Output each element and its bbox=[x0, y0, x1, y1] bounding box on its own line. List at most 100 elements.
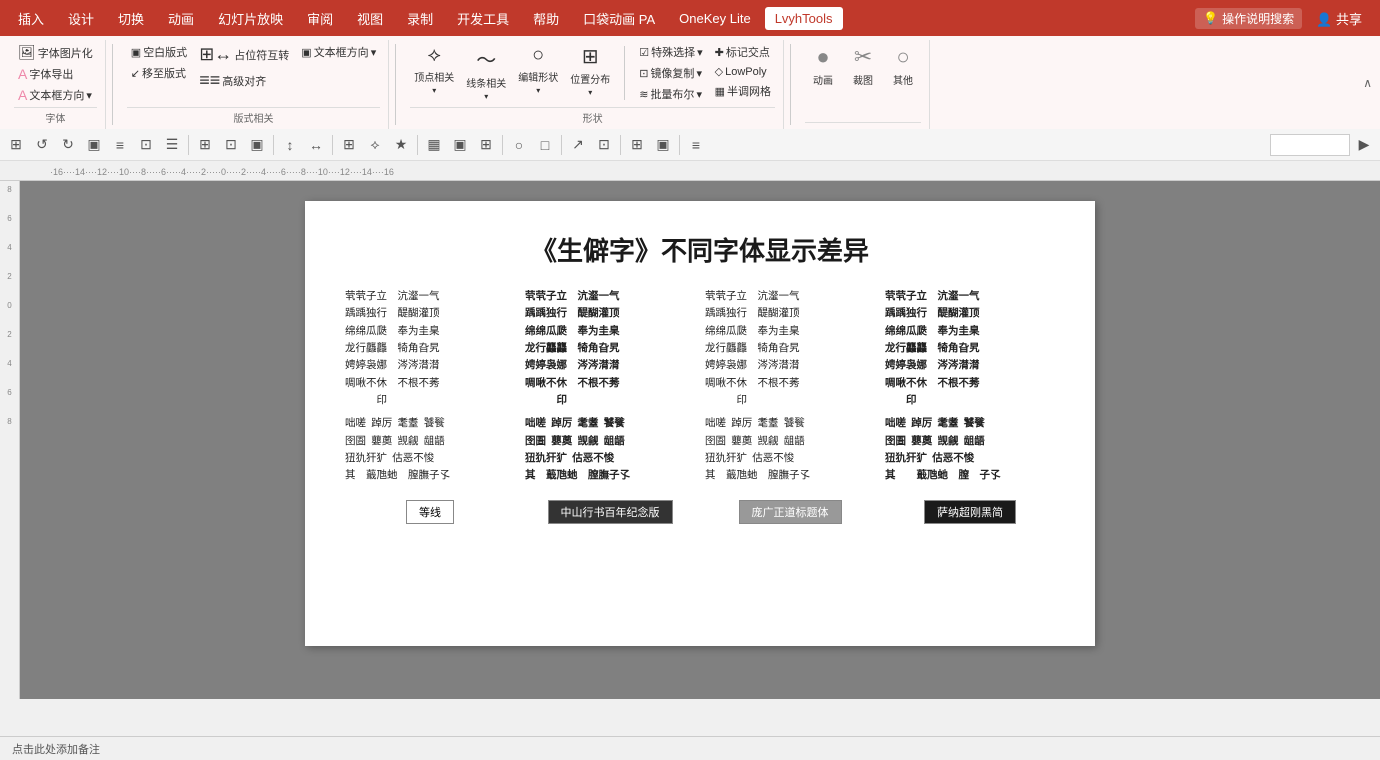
menu-item-insert[interactable]: 插入 bbox=[8, 5, 54, 32]
ribbon-btn-position[interactable]: ⊞ 位置分布 ▾ bbox=[566, 42, 614, 104]
ribbon-btn-mirror-copy[interactable]: ⊡ 镜像复制 ▾ bbox=[635, 63, 706, 83]
menu-item-switch[interactable]: 切换 bbox=[108, 5, 154, 32]
menu-item-record[interactable]: 录制 bbox=[397, 5, 443, 32]
toolbar-btn-12[interactable]: ↔ bbox=[304, 133, 328, 157]
slide-title: 《生僻字》不同字体显示差异 bbox=[345, 231, 1055, 268]
crop-icon: ✂ bbox=[854, 44, 872, 70]
placeholder-swap-icon: ⊞↔ bbox=[199, 44, 232, 65]
font-col-zhongshan: 茕茕子立 沆瀣一气 踽踽独行 醍醐灌顶 绵绵瓜瓞 奉为圭臬 龙行龘龘 犄角旮旯 … bbox=[525, 288, 695, 484]
toolbar-btn-18[interactable]: ○ bbox=[507, 133, 531, 157]
menu-item-animation[interactable]: 动画 bbox=[158, 5, 204, 32]
dropdown-icon: ▾ bbox=[86, 89, 92, 102]
font-label-laina: 萨纳超刚黑简 bbox=[885, 500, 1055, 524]
toolbar-btn-22[interactable]: ⊞ bbox=[625, 133, 649, 157]
text-box-dir-icon: ▣ bbox=[301, 46, 311, 59]
ribbon-btn-other[interactable]: ○ 其他 bbox=[885, 42, 921, 89]
menu-bar: 插入 设计 切换 动画 幻灯片放映 审阅 视图 录制 开发工具 帮助 口袋动画 … bbox=[0, 0, 1380, 36]
ribbon-btn-text-box-dir[interactable]: ▣ 文本框方向 ▾ bbox=[297, 42, 380, 62]
blank-layout-icon: ▣ bbox=[131, 46, 141, 59]
ribbon-group-extra: ● 动画 ✂ 裁图 ○ 其他 bbox=[797, 40, 930, 129]
ribbon-btn-crop[interactable]: ✂ 裁图 bbox=[845, 42, 881, 89]
toolbar-btn-24[interactable]: ≡ bbox=[684, 133, 708, 157]
ribbon-btn-placeholder-swap[interactable]: ⊞↔ 占位符互转 bbox=[195, 42, 293, 67]
font-label-dengxian-box[interactable]: 等线 bbox=[406, 500, 454, 524]
ribbon-btn-edit-shape[interactable]: ○ 编辑形状 ▾ bbox=[514, 42, 562, 104]
menu-item-view[interactable]: 视图 bbox=[347, 5, 393, 32]
menu-right: 💡 操作说明搜索 👤 共享 bbox=[1195, 5, 1372, 32]
menu-item-slideshow[interactable]: 幻灯片放映 bbox=[208, 5, 293, 32]
font-label-guangzheng: 庞广正道标题体 bbox=[705, 500, 875, 524]
toolbar-btn-group1[interactable]: ⊞ bbox=[337, 133, 361, 157]
menu-item-pocket[interactable]: 口袋动画 PA bbox=[573, 5, 665, 32]
ribbon-group-layout: ▣ 空白版式 ↙ 移至版式 ⊞↔ 占位符互转 ≡≡ 高级对齐 bbox=[119, 40, 389, 129]
animation-icon: ● bbox=[816, 44, 829, 70]
toolbar-btn-11[interactable]: ↕ bbox=[278, 133, 302, 157]
toolbar-btn-8[interactable]: ⊞ bbox=[193, 133, 217, 157]
menu-item-lvyhtools[interactable]: LvyhTools bbox=[765, 7, 843, 30]
ribbon-btn-animation[interactable]: ● 动画 bbox=[805, 42, 841, 89]
toolbar-btn-20[interactable]: ↗ bbox=[566, 133, 590, 157]
ribbon-btn-batch-bool[interactable]: ≋ 批量布尔 ▾ bbox=[635, 84, 706, 104]
ribbon-group-shape: ⟡ 顶点相关 ▾ 〜 线条相关 ▾ ○ 编辑形状 ▾ bbox=[402, 40, 784, 129]
font-label-dengxian: 等线 bbox=[345, 500, 515, 524]
menu-item-devtools[interactable]: 开发工具 bbox=[447, 5, 519, 32]
batch-bool-icon: ≋ bbox=[639, 88, 648, 101]
dropdown-icon7: ▾ bbox=[697, 46, 703, 59]
toolbar-btn-19[interactable]: □ bbox=[533, 133, 557, 157]
share-button[interactable]: 👤 共享 bbox=[1306, 5, 1372, 32]
ribbon-btn-font-export[interactable]: A 字体导出 bbox=[14, 64, 97, 84]
mark-intersect-icon: ✚ bbox=[715, 46, 724, 59]
toolbar-btn-16[interactable]: ▣ bbox=[448, 133, 472, 157]
toolbar-btn-23[interactable]: ▣ bbox=[651, 133, 675, 157]
ribbon-btn-font-image[interactable]: 🖼 字体图片化 bbox=[14, 42, 97, 63]
ribbon-btn-special-select[interactable]: ☑ 特殊选择 ▾ bbox=[635, 42, 706, 62]
dropdown-icon9: ▾ bbox=[696, 88, 702, 101]
ribbon-btn-blank-layout[interactable]: ▣ 空白版式 bbox=[127, 42, 191, 62]
toolbar-btn-17[interactable]: ⊞ bbox=[474, 133, 498, 157]
dropdown-icon8: ▾ bbox=[696, 67, 702, 80]
ribbon-btn-vertex[interactable]: ⟡ 顶点相关 ▾ bbox=[410, 42, 458, 104]
toolbar-btn-5[interactable]: ≡ bbox=[108, 133, 132, 157]
toolbar-btn-9[interactable]: ⊡ bbox=[219, 133, 243, 157]
menu-item-help[interactable]: 帮助 bbox=[523, 5, 569, 32]
toolbar-btn-3[interactable]: ↻ bbox=[56, 133, 80, 157]
main-area: 8 6 4 2 0 2 4 6 8 《生僻字》不同字体显示差异 茕茕子立 沆瀣一… bbox=[0, 181, 1380, 699]
lowpoly-icon: ◇ bbox=[715, 65, 723, 78]
toolbar-btn-6[interactable]: ⊡ bbox=[134, 133, 158, 157]
ribbon-btn-advanced-align[interactable]: ≡≡ 高级对齐 bbox=[195, 68, 293, 93]
position-icon: ⊞ bbox=[582, 44, 599, 69]
zoom-input[interactable] bbox=[1270, 134, 1350, 156]
font-label-zhongshan: 中山行书百年纪念版 bbox=[525, 500, 695, 524]
toolbar-btn-15[interactable]: ▦ bbox=[422, 133, 446, 157]
font-label-laina-box[interactable]: 萨纳超刚黑简 bbox=[924, 500, 1016, 524]
toolbar-btn-14[interactable]: ★ bbox=[389, 133, 413, 157]
toolbar-btn-4[interactable]: ▣ bbox=[82, 133, 106, 157]
slide-area: 《生僻字》不同字体显示差异 茕茕子立 沆瀣一气 踽踽独行 醍醐灌顶 绵绵瓜瓞 奉… bbox=[20, 181, 1380, 699]
ribbon-collapse-button[interactable]: ∧ bbox=[1359, 74, 1376, 92]
toolbar-btn-13[interactable]: ⟡ bbox=[363, 133, 387, 157]
mirror-copy-icon: ⊡ bbox=[639, 67, 648, 80]
ribbon-btn-move-layout[interactable]: ↙ 移至版式 bbox=[127, 63, 191, 83]
toolbar-btn-2[interactable]: ↺ bbox=[30, 133, 54, 157]
font-label-zhongshan-box[interactable]: 中山行书百年纪念版 bbox=[548, 500, 673, 524]
dropdown-icon2: ▾ bbox=[371, 46, 377, 59]
ribbon-btn-mark-intersect[interactable]: ✚ 标记交点 bbox=[711, 42, 775, 62]
quick-access-toolbar: ⊞ ↺ ↻ ▣ ≡ ⊡ ☰ ⊞ ⊡ ▣ ↕ ↔ ⊞ ⟡ ★ ▦ ▣ ⊞ ○ □ … bbox=[0, 129, 1380, 161]
toolbar-expand-btn[interactable]: ▶ bbox=[1352, 133, 1376, 157]
ribbon-btn-lowpoly[interactable]: ◇ LowPoly bbox=[711, 63, 775, 80]
font-label-row: 等线 中山行书百年纪念版 庞广正道标题体 萨纳超刚黑简 bbox=[345, 500, 1055, 524]
edit-shape-icon: ○ bbox=[532, 44, 544, 67]
font-label-guangzheng-box[interactable]: 庞广正道标题体 bbox=[739, 500, 842, 524]
toolbar-btn-1[interactable]: ⊞ bbox=[4, 133, 28, 157]
search-box[interactable]: 💡 操作说明搜索 bbox=[1195, 8, 1302, 29]
menu-item-review[interactable]: 审阅 bbox=[297, 5, 343, 32]
menu-item-onekey[interactable]: OneKey Lite bbox=[669, 7, 761, 30]
toolbar-btn-7[interactable]: ☰ bbox=[160, 133, 184, 157]
ribbon-btn-text-dir[interactable]: A 文本框方向 ▾ bbox=[14, 85, 97, 105]
ribbon-btn-line[interactable]: 〜 线条相关 ▾ bbox=[462, 42, 510, 104]
ribbon-btn-halftone[interactable]: ▦ 半调网格 bbox=[711, 81, 775, 101]
toolbar-btn-10[interactable]: ▣ bbox=[245, 133, 269, 157]
toolbar-btn-21[interactable]: ⊡ bbox=[592, 133, 616, 157]
other-icon: ○ bbox=[896, 44, 909, 70]
menu-item-design[interactable]: 设计 bbox=[58, 5, 104, 32]
